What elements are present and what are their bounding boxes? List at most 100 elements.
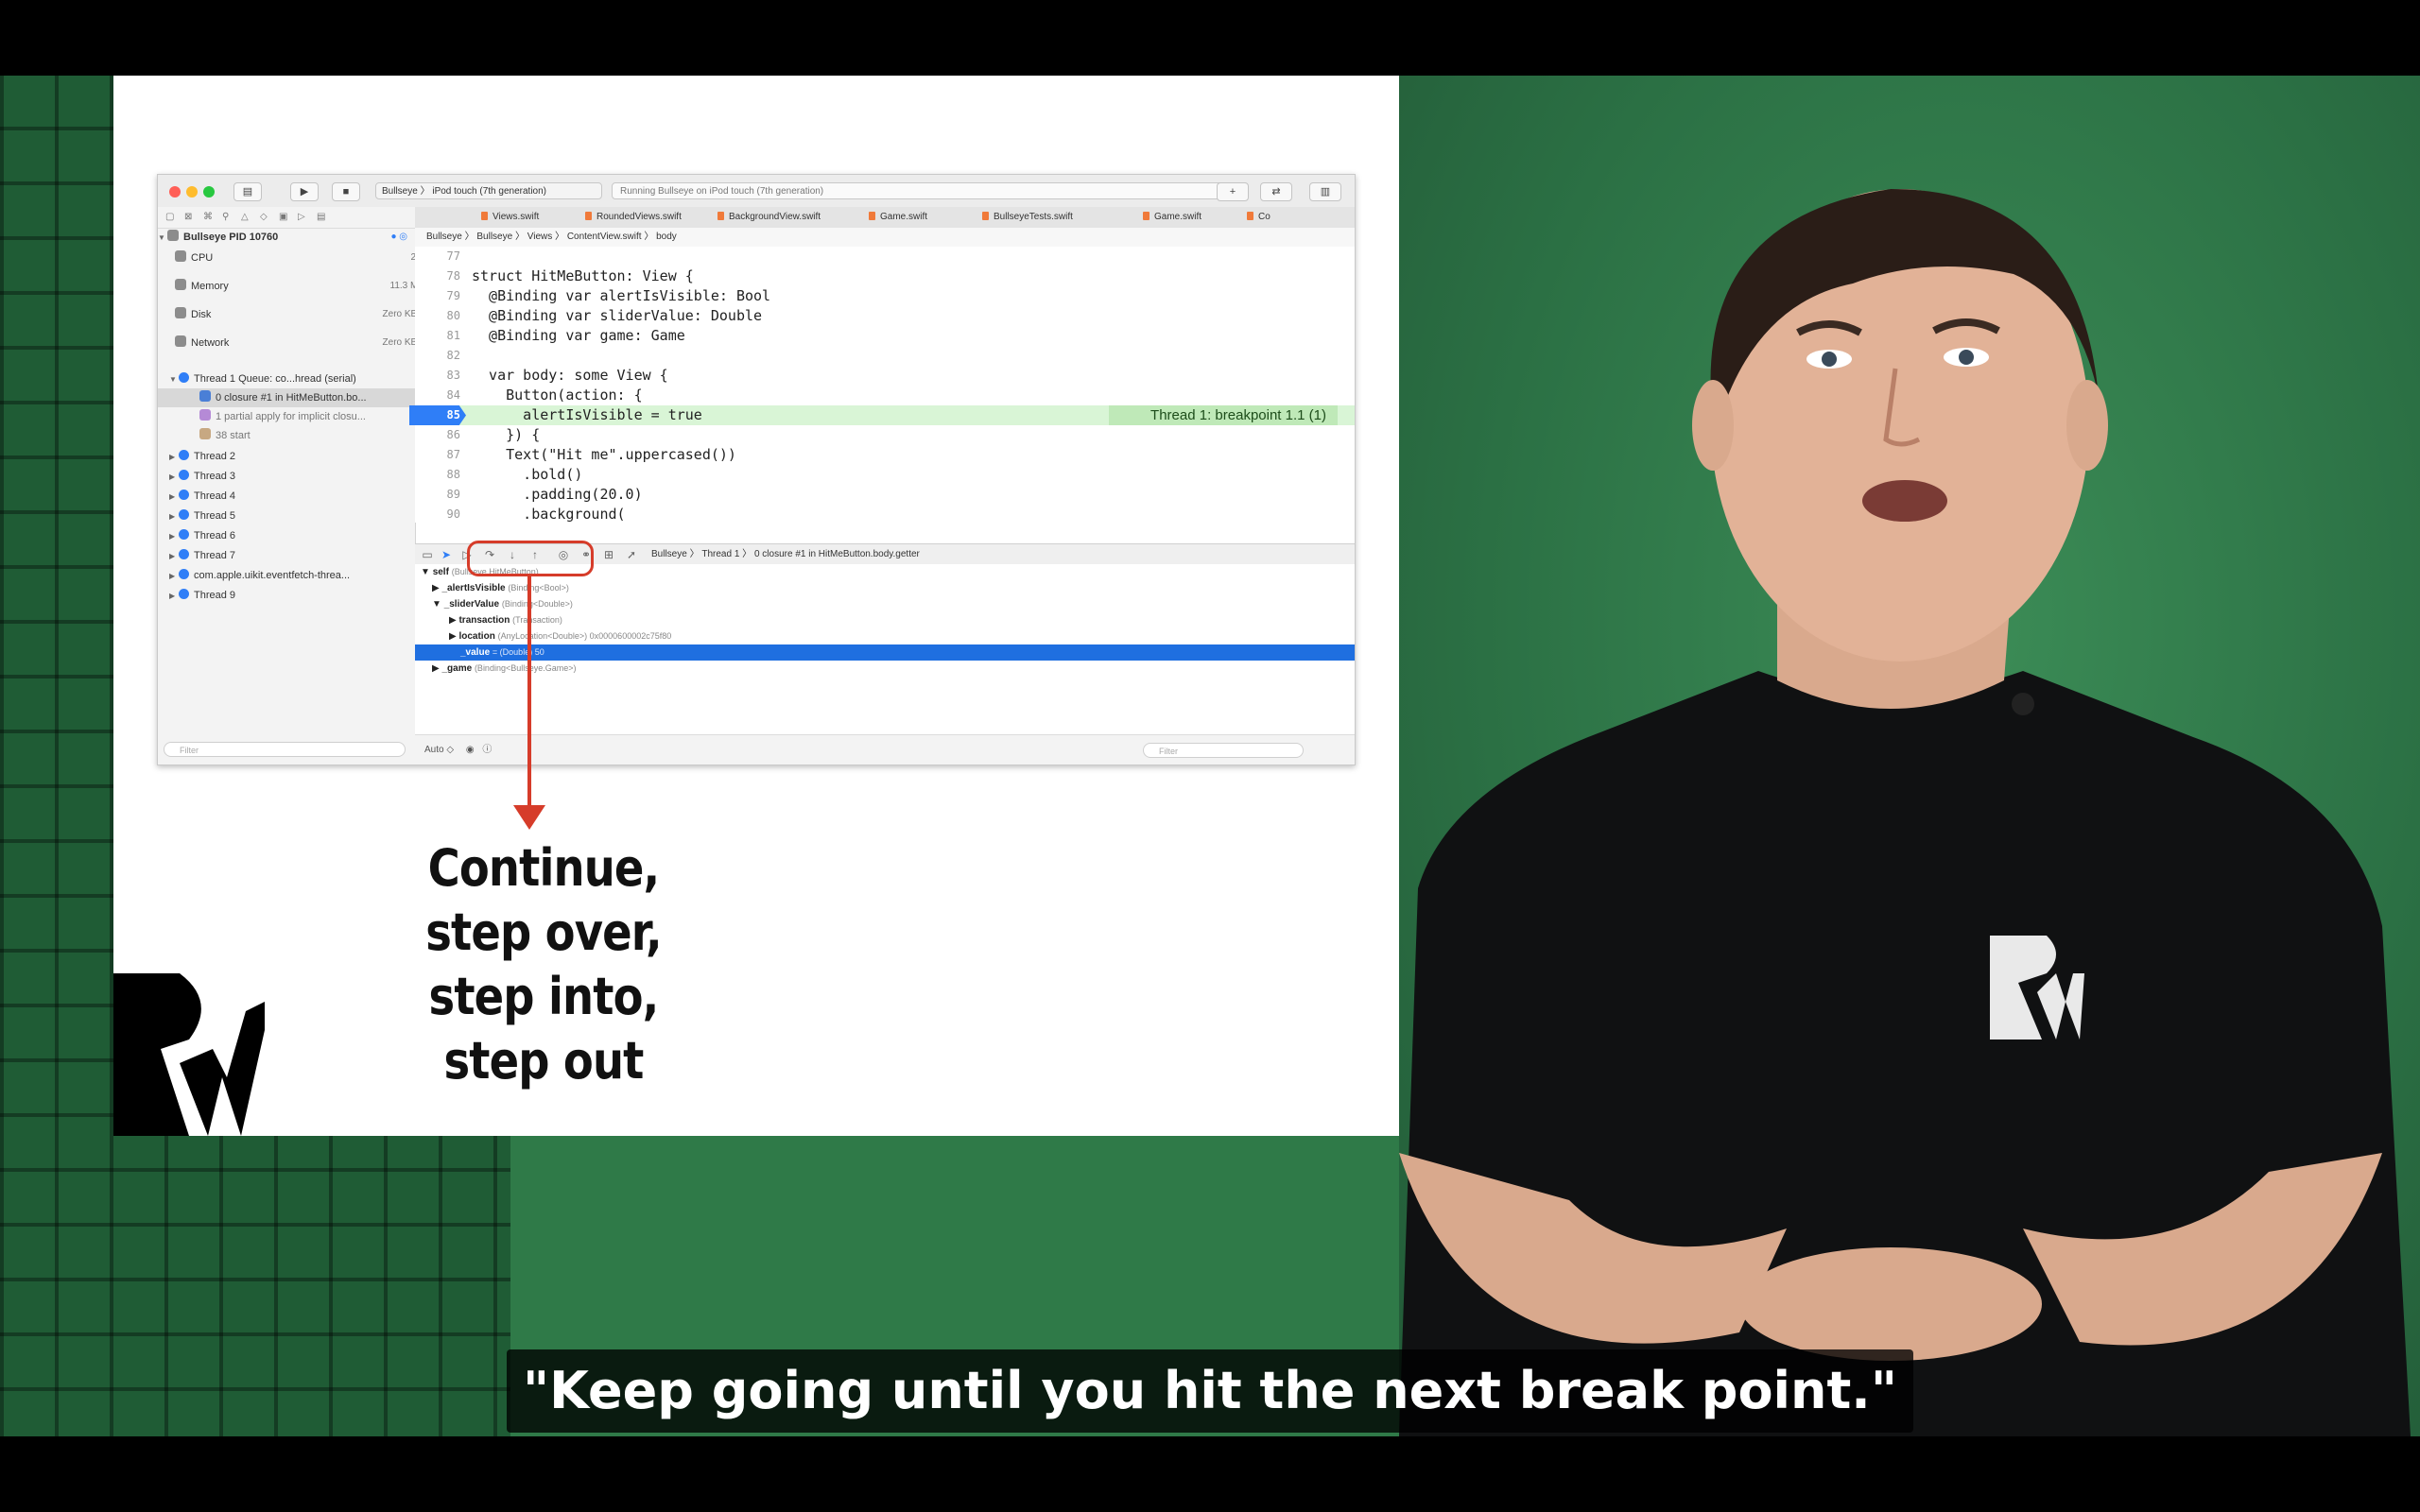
tab-bullseyetests[interactable]: BullseyeTests.swift [982, 207, 1073, 228]
breakpoint-icon[interactable]: ▷ [298, 212, 305, 222]
source-control-icon[interactable]: ⊠ [184, 212, 192, 222]
thread-1-row[interactable]: ▼ Thread 1 Queue: co...hread (serial) [158, 369, 426, 388]
breadcrumb-file[interactable]: ContentView.swift [567, 232, 642, 242]
jump-bar: Bullseye 〉 Bullseye 〉 Views 〉 ContentVie… [415, 228, 1355, 248]
tab-views[interactable]: Views.swift [481, 207, 539, 228]
variable-row[interactable]: ▶ _alertIsVisible (Binding<Bool>) [415, 580, 1355, 596]
caption-line: step into, [428, 967, 660, 1026]
tab-game[interactable]: Game.swift [869, 207, 927, 228]
debug-path: Bullseye 〉 Thread 1 〉 0 closure #1 in Hi… [651, 549, 920, 559]
variable-row[interactable]: ▶ location (AnyLocation<Double>) 0x00006… [415, 628, 1355, 644]
thread-row[interactable]: ▶ Thread 2 [158, 447, 426, 466]
location-icon[interactable]: ➚ [625, 548, 638, 561]
code-line: 77 [446, 249, 460, 263]
annotation-line [527, 576, 531, 813]
tab-backgroundview[interactable]: BackgroundView.swift [717, 207, 821, 228]
run-button[interactable]: ▶ [290, 182, 319, 201]
thread-row[interactable]: ▶ Thread 4 [158, 487, 426, 506]
debug-controls-highlight [467, 541, 594, 576]
console-filter-input[interactable]: Filter [1143, 743, 1304, 758]
caption-line: Continue, [427, 838, 661, 898]
debug-bottom-bar: Auto ◇ ◉ ⓘ Filter [415, 734, 1355, 765]
variable-row-selected[interactable]: _value = (Double) 50 [415, 644, 1355, 661]
scheme-selector[interactable]: Bullseye 〉 iPod touch (7th generation) [375, 182, 602, 199]
letterbox-bottom [0, 1436, 2420, 1512]
breadcrumb-group[interactable]: Bullseye [476, 232, 512, 242]
code-editor[interactable]: 77 78 struct HitMeButton: View { 79 @Bind… [409, 247, 1355, 523]
thread-row[interactable]: ▶ Thread 5 [158, 507, 426, 525]
find-icon[interactable]: ⚲ [222, 212, 229, 222]
stop-button[interactable]: ■ [332, 182, 360, 201]
code-line: 82 [446, 349, 460, 362]
code-line: 79 @Binding var alertIsVisible: Bool [446, 287, 771, 304]
tab-roundedviews[interactable]: RoundedViews.swift [585, 207, 682, 228]
inspector-toggle-icon[interactable]: ▥ [1309, 182, 1341, 201]
add-icon[interactable]: + [1217, 182, 1249, 201]
test-icon[interactable]: ◇ [260, 212, 268, 222]
auto-scope-select[interactable]: Auto ◇ [424, 745, 454, 755]
navigator-toolbar: ▢ ⊠ ⌘ ⚲ △ ◇ ▣ ▷ ▤ [158, 207, 415, 229]
debug-icon[interactable]: ▣ [279, 212, 287, 222]
breadcrumb-project[interactable]: Bullseye [426, 232, 462, 242]
process-row[interactable]: ▼ Bullseye PID 10760 ● ◎ [158, 228, 415, 247]
breadcrumb-symbol[interactable]: body [656, 232, 677, 242]
symbol-icon[interactable]: ⌘ [203, 212, 213, 222]
variables-view: ▼ self (Bullseye.HitMeButton) ▶ _alertIs… [415, 564, 1355, 734]
code-line: 83 var body: some View { [446, 367, 668, 384]
gauge-memory[interactable]: Memory 11.3 MB [158, 277, 432, 296]
code-line: 88 .bold() [446, 466, 583, 483]
debug-path-thread[interactable]: Thread 1 [701, 549, 739, 559]
debug-path-frame[interactable]: 0 closure #1 in HitMeButton.body.getter [754, 549, 920, 559]
breakpoint-line: 85 alertIsVisible = true Thread 1: breakp… [409, 405, 1355, 425]
debug-path-app[interactable]: Bullseye [651, 549, 687, 559]
breadcrumb-folder[interactable]: Views [527, 232, 553, 242]
code-line: 87 Text("Hit me".uppercased()) [446, 446, 736, 463]
variable-row[interactable]: ▶ transaction (Transaction) [415, 612, 1355, 628]
variable-row[interactable]: ▼ _sliderValue (Binding<Double>) [415, 596, 1355, 612]
code-line: 80 @Binding var sliderValue: Double [446, 307, 763, 324]
variable-row[interactable]: ▶ _game (Binding<Bullseye.Game>) [415, 661, 1355, 677]
thread-row[interactable]: ▶ Thread 3 [158, 467, 426, 486]
breakpoints-toggle-icon[interactable]: ➤ [440, 548, 453, 561]
navigator-toggle-icon[interactable]: ▤ [233, 182, 262, 201]
code-line: 84 Button(action: { [446, 387, 643, 404]
frame-row-0[interactable]: 0 closure #1 in HitMeButton.bo... [158, 388, 457, 407]
caption-line: step out [443, 1031, 644, 1091]
info-icon[interactable]: ⓘ [482, 745, 492, 755]
code-line: 89 .padding(20.0) [446, 486, 643, 503]
close-button[interactable] [169, 186, 181, 198]
environment-icon[interactable]: ⊞ [602, 548, 615, 561]
gauge-cpu[interactable]: CPU2% [158, 249, 432, 267]
editor-tabs: Views.swift RoundedViews.swift Backgroun… [415, 207, 1355, 229]
minimize-button[interactable] [186, 186, 198, 198]
eye-icon[interactable]: ◉ [466, 745, 475, 755]
zoom-button[interactable] [203, 186, 215, 198]
raywenderlich-logo-icon [113, 973, 265, 1136]
annotation-arrow-icon [513, 805, 545, 830]
code-line: 86 }) { [446, 426, 541, 443]
debug-navigator: ▢ ⊠ ⌘ ⚲ △ ◇ ▣ ▷ ▤ ▼ Bullseye PID 10760 ● ◎… [158, 207, 457, 765]
tab-contentview[interactable]: Co [1247, 207, 1270, 228]
slide-caption: Continue, step over, step into, step out [397, 836, 690, 1093]
titlebar: ▤ ▶ ■ Bullseye 〉 iPod touch (7th generat… [158, 175, 1355, 208]
breakpoint-label: Thread 1: breakpoint 1.1 (1) [1109, 405, 1338, 425]
frame-row-38[interactable]: 38 start [158, 426, 457, 445]
thread-row[interactable]: ▶ Thread 7 [158, 546, 426, 565]
folder-icon[interactable]: ▢ [165, 212, 174, 222]
hide-debug-area-icon[interactable]: ▭ [421, 548, 434, 561]
xcode-window: ▤ ▶ ■ Bullseye 〉 iPod touch (7th generat… [157, 174, 1356, 765]
video-subtitle: "Keep going until you hit the next break… [507, 1349, 1913, 1433]
presenter-figure [1399, 189, 2411, 1436]
thread-row[interactable]: ▶ Thread 9 [158, 586, 426, 605]
gauge-network[interactable]: Network Zero KB/s [158, 334, 432, 352]
gauge-disk[interactable]: Disk Zero KB/s [158, 305, 432, 324]
report-icon[interactable]: ▤ [317, 212, 325, 222]
tab-game-2[interactable]: Game.swift [1143, 207, 1201, 228]
thread-row[interactable]: ▶ Thread 6 [158, 526, 426, 545]
code-line: 81 @Binding var game: Game [446, 327, 685, 344]
navigator-filter-input[interactable]: Filter [164, 742, 406, 757]
issue-icon[interactable]: △ [241, 212, 249, 222]
thread-row[interactable]: ▶ com.apple.uikit.eventfetch-threa... [158, 566, 426, 585]
code-line: 90 .background( [446, 506, 626, 523]
code-review-icon[interactable]: ⇄ [1260, 182, 1292, 201]
